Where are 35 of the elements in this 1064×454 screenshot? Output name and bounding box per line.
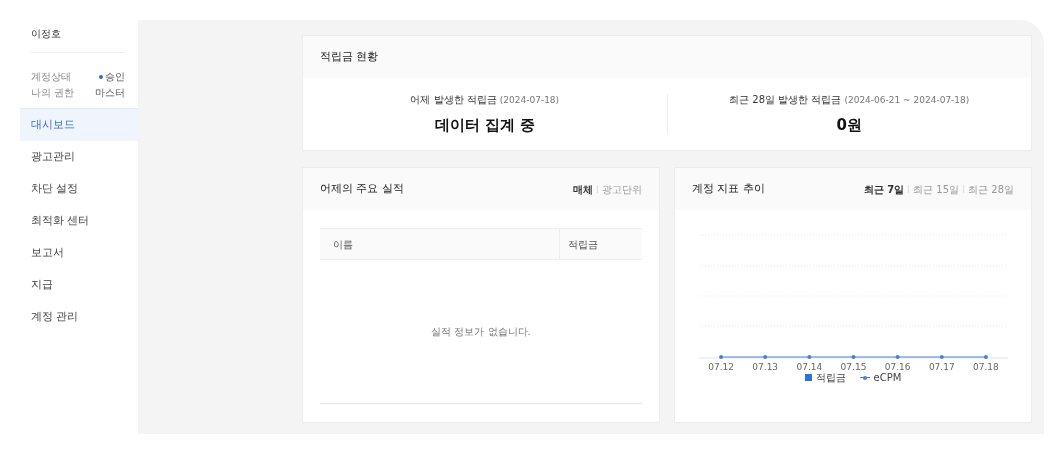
- nav-item[interactable]: 광고관리: [20, 141, 138, 173]
- nav-item[interactable]: 지급: [20, 269, 138, 301]
- axis-label: 07.13: [752, 362, 779, 372]
- nav-item[interactable]: 차단 설정: [20, 173, 138, 205]
- nav-item[interactable]: 계정 관리: [20, 301, 138, 333]
- stat-value: 0원: [836, 114, 862, 136]
- nav-item[interactable]: 보고서: [20, 237, 138, 269]
- info-label: 나의 권한: [31, 86, 75, 100]
- stat-period: (2024-07-18): [499, 94, 560, 107]
- axis-label: 07.12: [708, 362, 734, 372]
- axis-label: 07.15: [840, 362, 867, 372]
- card-title: 어제의 주요 실적: [320, 180, 404, 197]
- stat-label: 최근 28일 발생한 적립금: [729, 93, 842, 107]
- card-title: 계정 지표 추이: [692, 180, 765, 197]
- column-header: 이름: [320, 229, 560, 259]
- info-value: 마스터: [95, 86, 125, 100]
- axis-label: 07.17: [928, 362, 955, 372]
- stat-period: (2024-06-21 ~ 2024-07-18): [844, 94, 970, 107]
- legend-label: 적립금: [815, 371, 846, 385]
- axis-label: 07.14: [796, 362, 823, 372]
- card-title: 적립금 현황: [320, 48, 379, 65]
- axis-label: 07.18: [973, 362, 999, 372]
- filter-tab[interactable]: 최근 7일: [863, 181, 905, 197]
- empty-message: 실적 정보가 없습니다.: [431, 325, 531, 339]
- info-value: 승인: [105, 70, 125, 84]
- legend-label: eCPM: [873, 371, 902, 385]
- column-header: 적립금: [567, 237, 599, 252]
- stat-label: 어제 발생한 적립금: [410, 93, 497, 107]
- nav-item[interactable]: 최적화 센터: [20, 205, 138, 237]
- info-label: 계정상태: [31, 70, 71, 84]
- nav-item[interactable]: 대시보드: [20, 109, 138, 141]
- user-name: 이정호: [30, 27, 62, 40]
- filter-tab[interactable]: 매체: [573, 181, 593, 197]
- stat-value: 데이터 집계 중: [434, 114, 535, 136]
- axis-label: 07.16: [884, 362, 911, 372]
